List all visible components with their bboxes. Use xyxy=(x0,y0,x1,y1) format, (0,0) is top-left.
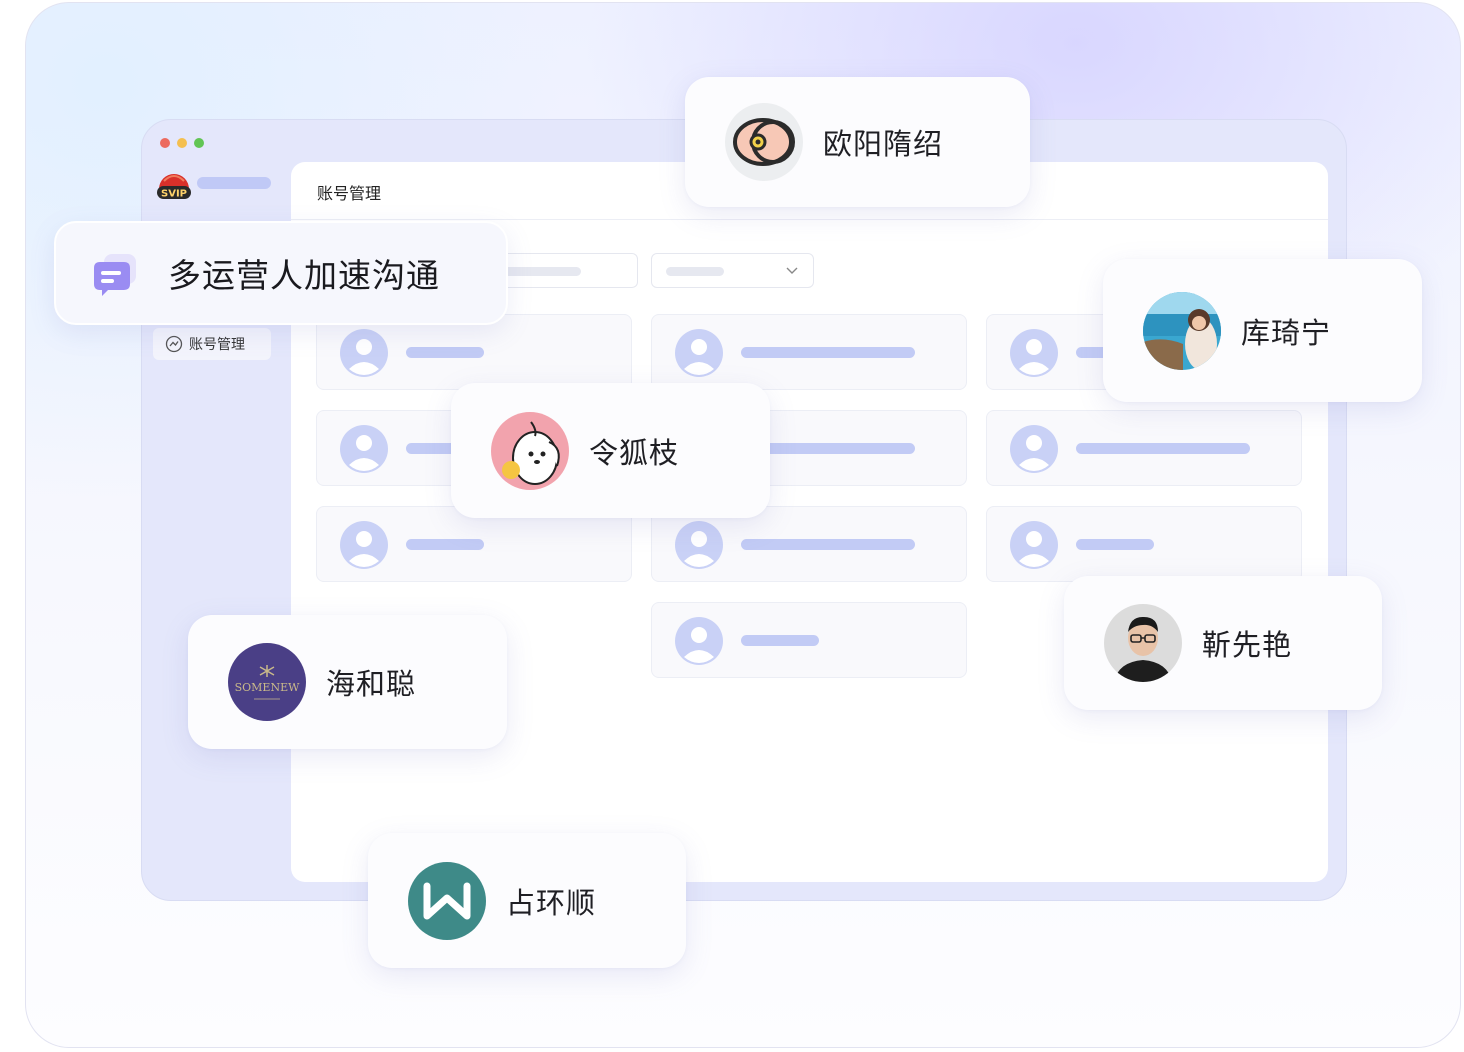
user-avatar-icon xyxy=(675,617,723,665)
contact-card[interactable]: 令狐枝 xyxy=(451,383,770,518)
account-card[interactable] xyxy=(986,410,1302,486)
account-icon xyxy=(165,335,183,353)
chevron-down-icon xyxy=(786,267,798,274)
filter-select[interactable] xyxy=(651,253,814,288)
contact-card[interactable]: 靳先艳 xyxy=(1064,576,1382,710)
contact-name: 靳先艳 xyxy=(1202,628,1293,662)
sidebar-item-label: 账号管理 xyxy=(189,337,245,353)
close-dot[interactable] xyxy=(160,138,170,148)
user-avatar-icon xyxy=(675,329,723,377)
feature-text: 多运营人加速沟通 xyxy=(168,256,440,295)
user-avatar-icon xyxy=(1010,521,1058,569)
name-placeholder xyxy=(406,539,484,550)
name-placeholder xyxy=(406,347,484,358)
man-with-glasses-avatar xyxy=(1104,604,1182,682)
account-card[interactable] xyxy=(651,314,967,390)
divider xyxy=(291,219,1328,220)
user-avatar-icon xyxy=(1010,425,1058,473)
name-placeholder xyxy=(1076,539,1154,550)
cartoon-dog-avatar xyxy=(491,411,569,490)
name-placeholder xyxy=(741,635,819,646)
name-placeholder xyxy=(741,347,915,358)
minimize-dot[interactable] xyxy=(177,138,187,148)
eye-logo-avatar xyxy=(725,103,803,181)
contact-card[interactable]: 库琦宁 xyxy=(1103,259,1422,402)
contact-name: 令狐枝 xyxy=(589,435,680,470)
user-avatar-icon xyxy=(340,521,388,569)
user-avatar-icon xyxy=(675,521,723,569)
svip-logo-icon: SVIP xyxy=(157,174,191,200)
name-placeholder xyxy=(1076,443,1250,454)
contact-card[interactable]: 占环顺 xyxy=(368,833,686,968)
contact-name: 库琦宁 xyxy=(1241,315,1332,350)
contact-name: 占环顺 xyxy=(506,885,597,920)
account-card[interactable] xyxy=(651,602,967,678)
contact-name: 海和聪 xyxy=(326,667,417,701)
page-title: 账号管理 xyxy=(317,184,382,203)
maximize-dot[interactable] xyxy=(194,138,204,148)
seaside-photo-avatar xyxy=(1143,291,1221,370)
account-card[interactable] xyxy=(986,506,1302,582)
contact-name: 欧阳隋绍 xyxy=(823,127,944,161)
account-card[interactable] xyxy=(316,314,632,390)
chat-bubble-icon xyxy=(94,254,136,296)
w-logo-avatar xyxy=(408,861,486,940)
user-avatar-icon xyxy=(340,425,388,473)
window-controls xyxy=(160,138,204,148)
contact-card[interactable]: SOMENEW 海和聪 xyxy=(188,615,507,749)
sidebar-item-account[interactable]: 账号管理 xyxy=(153,328,271,360)
contact-card[interactable]: 欧阳隋绍 xyxy=(685,77,1030,207)
feature-banner: 多运营人加速沟通 xyxy=(54,221,508,325)
app-name-placeholder xyxy=(197,177,271,189)
user-avatar-icon xyxy=(340,329,388,377)
somenew-logo-avatar: SOMENEW xyxy=(228,643,306,721)
svg-text:SOMENEW: SOMENEW xyxy=(235,681,301,694)
name-placeholder xyxy=(741,539,915,550)
user-avatar-icon xyxy=(1010,329,1058,377)
svg-text:SVIP: SVIP xyxy=(161,189,187,200)
